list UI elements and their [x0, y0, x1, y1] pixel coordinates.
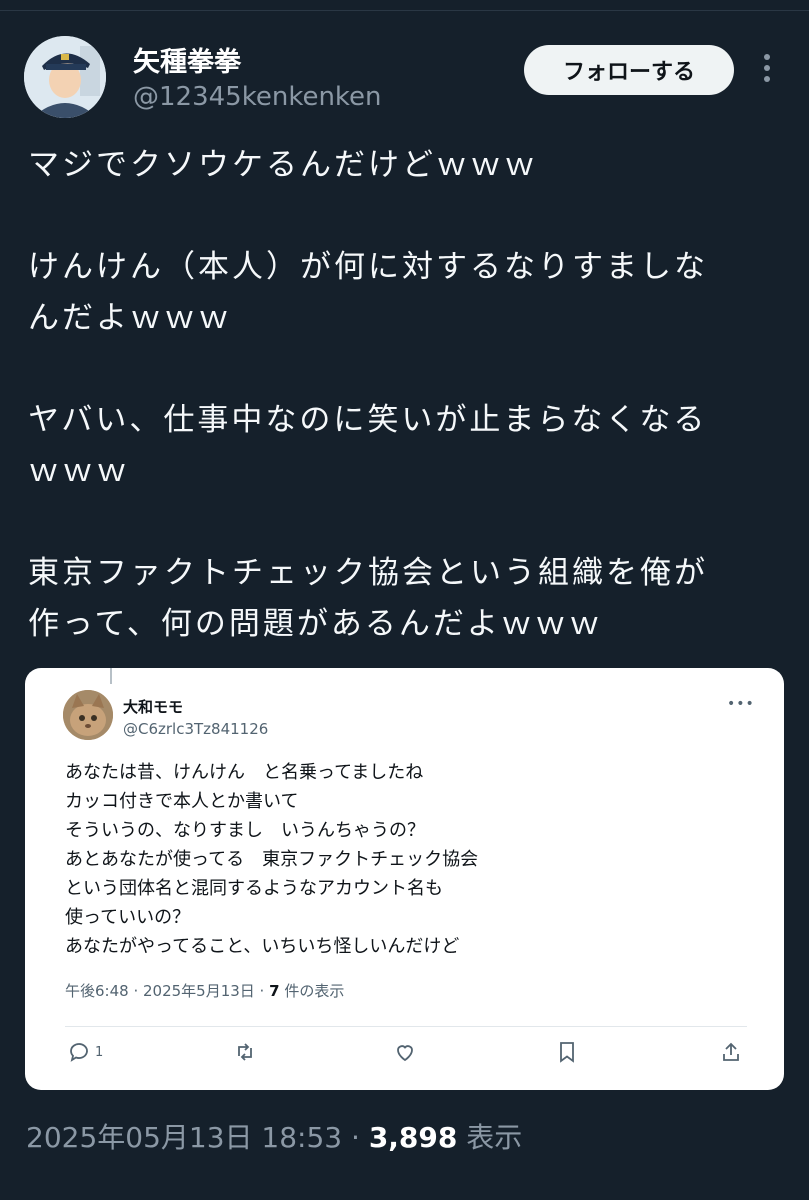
bookmark-action — [555, 1040, 579, 1064]
reply-icon — [70, 1043, 88, 1062]
divider — [65, 1026, 747, 1027]
quoted-text: あなたは昔、けんけん と名乗ってましたね カッコ付きで本人とか書いて そういうの… — [65, 758, 745, 961]
post-meta: 2025年05月13日 18:53 · 3,898 表示 — [26, 1116, 522, 1156]
quoted-display-name: 大和モモ — [123, 698, 184, 716]
quoted-line: という団体名と混同するようなアカウント名も — [65, 878, 443, 899]
top-divider — [0, 0, 809, 11]
quoted-line: カッコ付きで本人とか書いて — [65, 791, 299, 812]
user-handle[interactable]: @12345kenkenken — [133, 82, 382, 112]
tweet-paragraph: ヤバい、仕事中なのに笑いが止まらなくなる ｗｗｗ — [28, 402, 708, 489]
quoted-line: あなたは昔、けんけん と名乗ってましたね — [65, 762, 424, 783]
quoted-meta: 午後6:48 · 2025年5月13日 · 7 件の表示 — [65, 980, 344, 1001]
share-icon — [723, 1042, 739, 1061]
quoted-views-count: 7 — [269, 982, 280, 1000]
quoted-line: あとあなたが使ってる 東京ファクトチェック協会 — [65, 849, 479, 870]
view-label: 表示 — [457, 1121, 523, 1154]
post-datetime[interactable]: 2025年05月13日 18:53 · — [26, 1121, 369, 1154]
quoted-time: 午後6:48 · 2025年5月13日 · — [65, 982, 270, 1000]
reply-action: 1 — [67, 1040, 103, 1064]
heart-icon — [397, 1045, 413, 1062]
quoted-avatar — [63, 690, 113, 740]
follow-button[interactable]: フォローする — [524, 45, 734, 95]
tweet-paragraph: 東京ファクトチェック協会という組織を俺が 作って、何の問題があるんだよｗｗｗ — [28, 555, 708, 642]
bookmark-icon — [560, 1042, 574, 1063]
quoted-line: そういうの、なりすまし いうんちゃうの？ — [65, 820, 425, 841]
quoted-line: 使っていいの？ — [65, 907, 191, 928]
quoted-handle: @C6zrlc3Tz841126 — [123, 720, 269, 738]
like-action — [393, 1040, 417, 1064]
quoted-line: あなたがやってること、いちいち怪しいんだけど — [65, 936, 460, 957]
quoted-more-icon: ••• — [727, 696, 755, 712]
share-action — [719, 1040, 743, 1064]
quoted-views-label: 件の表示 — [279, 982, 345, 1000]
retweet-action — [233, 1040, 257, 1064]
tweet-paragraph: けんけん（本人）が何に対するなりすましな んだよｗｗｗ — [28, 249, 708, 336]
tweet-text: マジでクソウケるんだけどｗｗｗ けんけん（本人）が何に対するなりすましな んだよ… — [28, 140, 788, 650]
thread-line — [110, 668, 112, 684]
retweet-icon — [238, 1043, 252, 1061]
quoted-tweet-image[interactable]: 大和モモ @C6zrlc3Tz841126 ••• あなたは昔、けんけん と名乗… — [25, 668, 784, 1090]
tweet-paragraph: マジでクソウケるんだけどｗｗｗ — [28, 147, 538, 183]
quoted-action-bar: 1 — [65, 1040, 745, 1076]
view-count: 3,898 — [368, 1121, 458, 1154]
cat-avatar-icon — [63, 690, 113, 740]
more-options-icon[interactable] — [756, 54, 778, 88]
display-name[interactable]: 矢種拳拳 — [133, 40, 241, 79]
reply-count: 1 — [95, 1044, 104, 1060]
avatar[interactable] — [24, 36, 106, 118]
avatar-icon — [24, 36, 106, 118]
